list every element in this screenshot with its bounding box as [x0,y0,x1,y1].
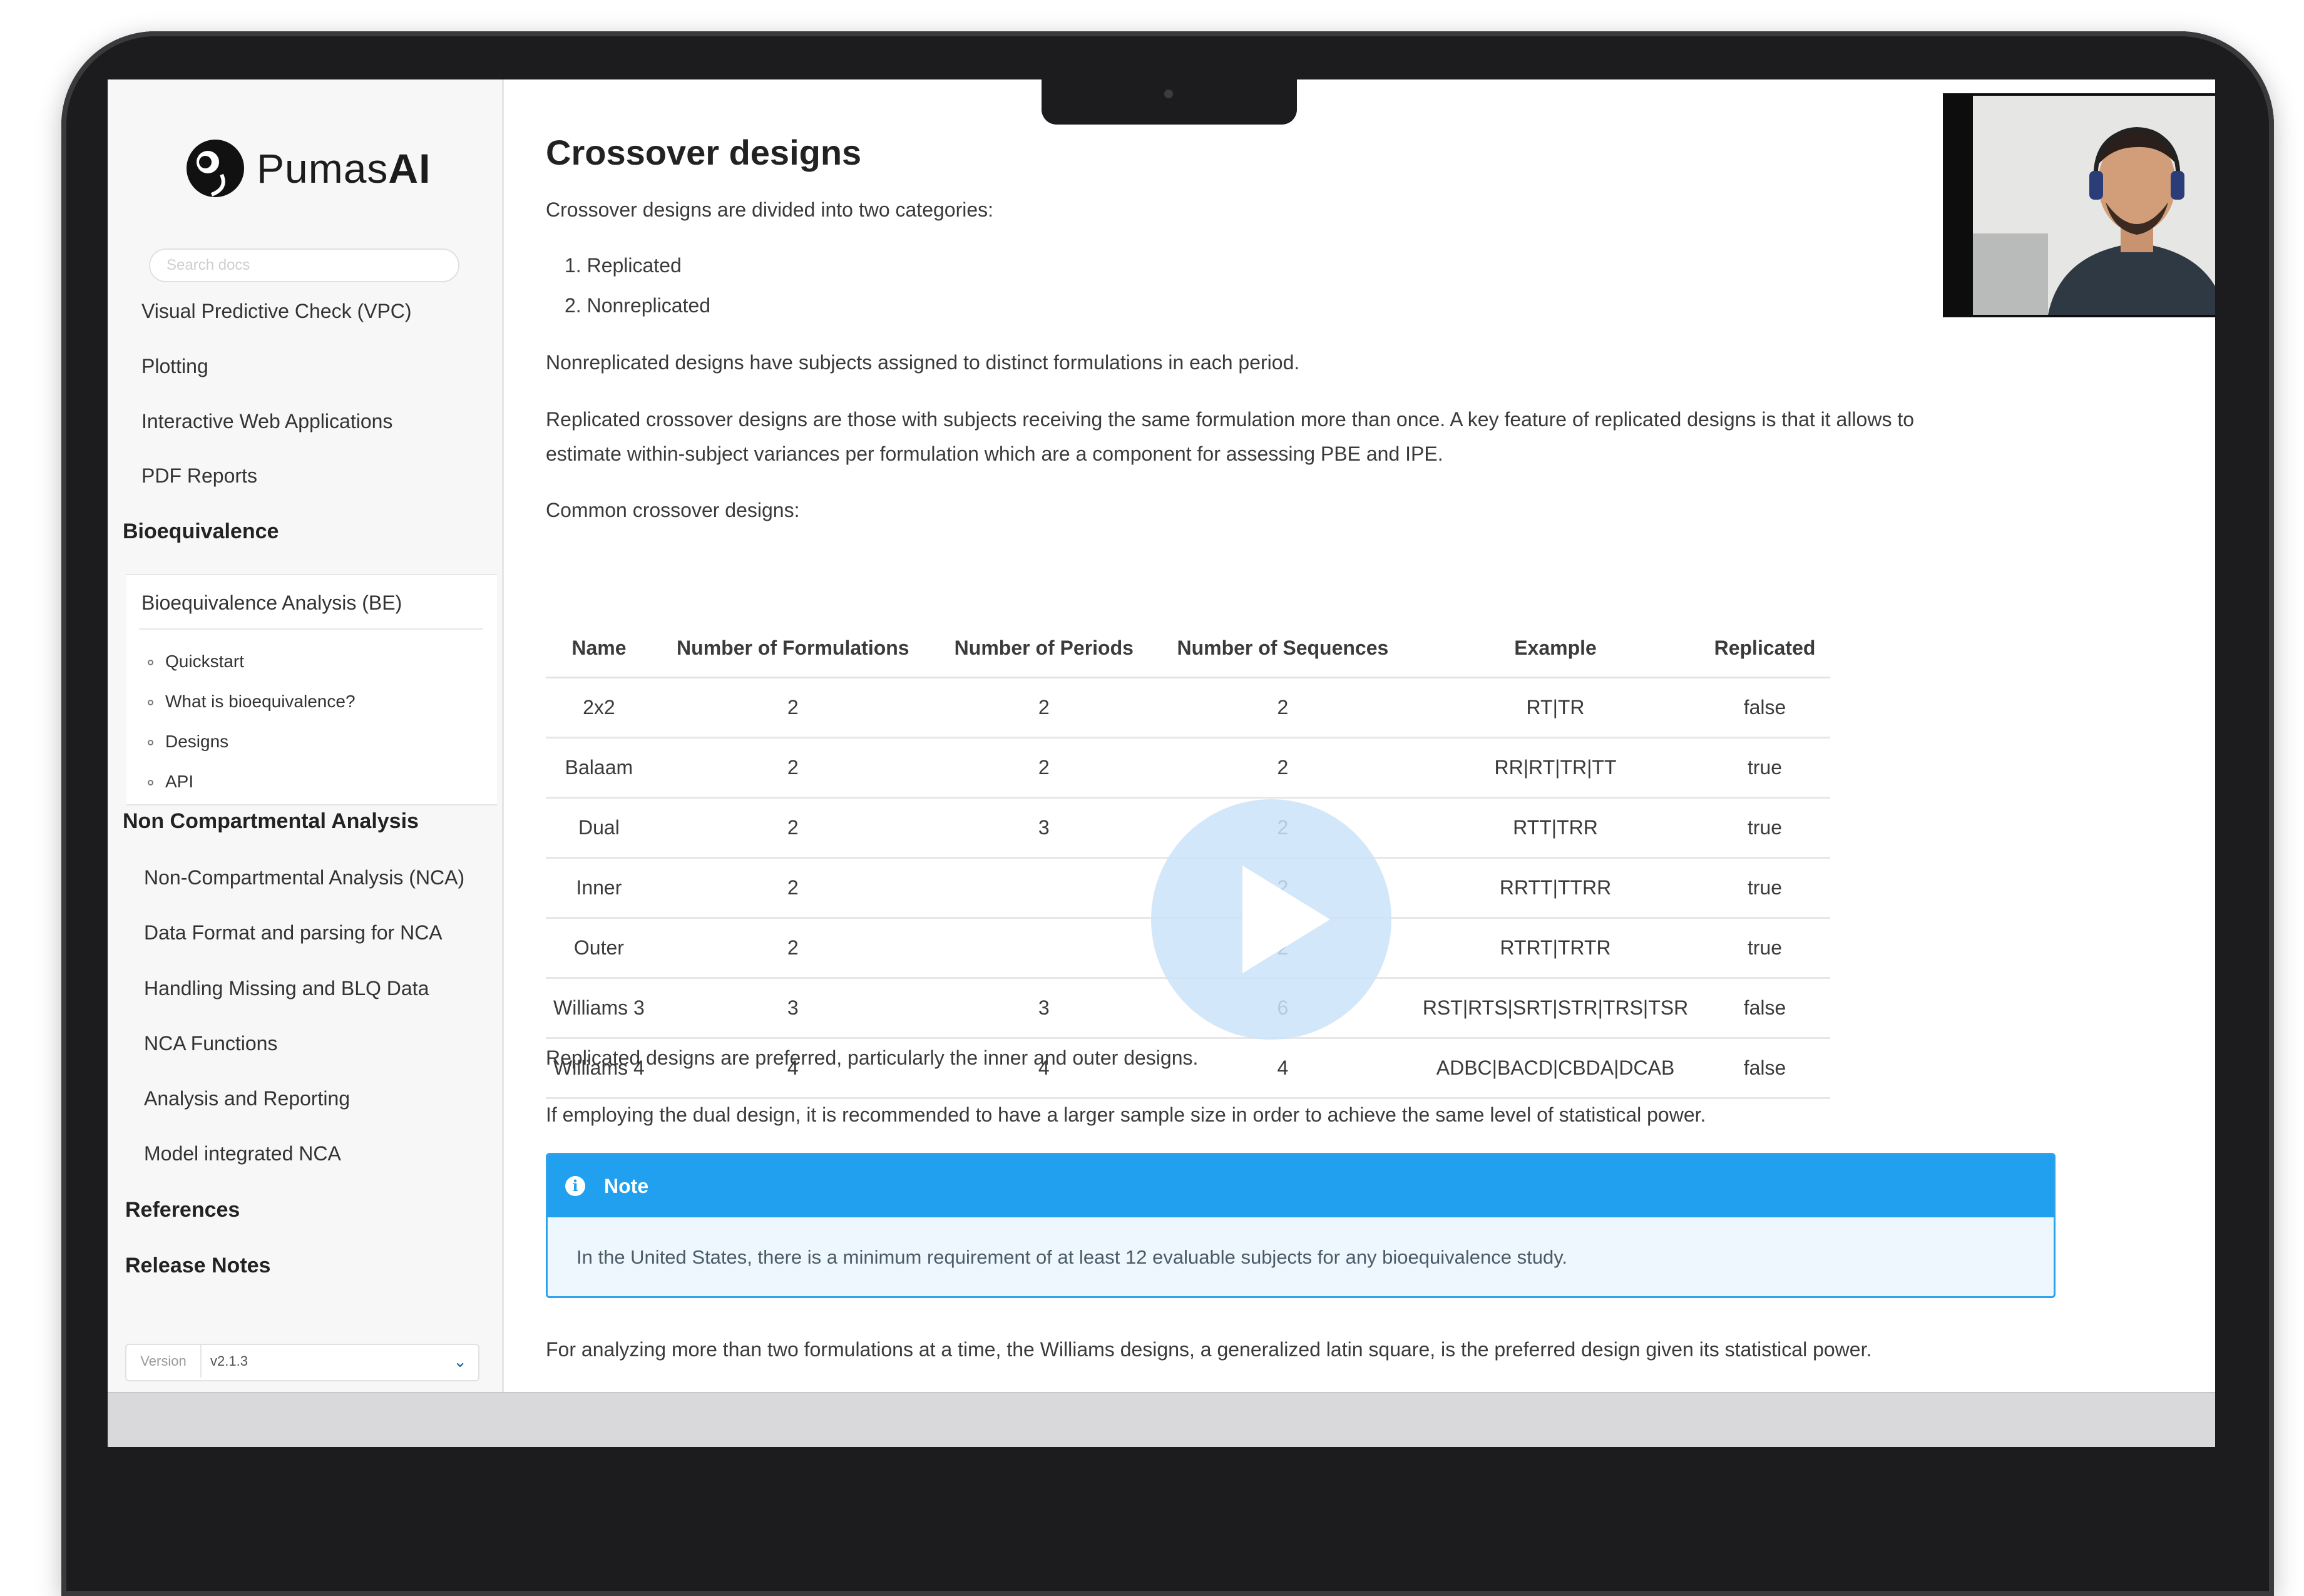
sidebar: PumasAI Visual Predictive Check (VPC) Pl… [108,79,504,1392]
preferred-designs-text: Replicated designs are preferred, partic… [546,1046,1199,1069]
version-select[interactable]: Version v2.1.3 ⌄ [125,1344,479,1381]
logo-text: PumasAI [257,145,431,192]
cell-periods: 2 [933,677,1154,739]
cell-formulations: 2 [652,737,934,799]
chevron-down-icon: ⌄ [453,1352,467,1371]
cell-periods [933,918,1154,979]
cell-replicated: false [1699,978,1830,1039]
column-header-sequences: Number of Sequences [1154,619,1412,678]
table-row: 2x2 2 2 2 RT|TR false [546,677,1830,739]
williams-designs-text: For analyzing more than two formulations… [546,1338,1872,1361]
participant-video [1973,96,2215,315]
cell-example: RTT|TRR [1411,797,1700,859]
cell-example: RR|RT|TR|TT [1411,737,1700,799]
cell-name: Balaam [546,737,652,799]
note-title: Note [604,1175,649,1197]
pumasai-logo-icon [187,140,244,197]
nonreplicated-text: Nonreplicated designs have subjects assi… [546,351,1300,374]
cell-replicated: true [1699,918,1830,979]
participant-image [1973,96,2215,315]
sidebar-heading-references[interactable]: References [125,1198,240,1222]
sidebar-item-pdf-reports[interactable]: PDF Reports [141,464,257,488]
cell-replicated: false [1699,677,1830,739]
cell-formulations: 2 [652,918,934,979]
column-header-example: Example [1411,619,1700,678]
cell-formulations: 2 [652,797,934,859]
list-item-nonreplicated: 2. Nonreplicated [565,294,711,317]
list-item-replicated: 1. Replicated [565,254,682,277]
note-body: In the United States, there is a minimum… [576,1246,1568,1268]
cell-periods: 3 [933,797,1154,859]
common-designs-text: Common crossover designs: [546,499,800,521]
play-icon [1242,866,1330,973]
cell-name: Outer [546,918,652,979]
screen-bottom-bar [108,1392,2215,1447]
cell-example: RT|TR [1411,677,1700,739]
sidebar-item-interactive-web-apps[interactable]: Interactive Web Applications [141,410,392,433]
cell-formulations: 3 [652,978,934,1039]
camera-notch [1042,79,1297,125]
cell-name: Williams 3 [546,978,652,1039]
cell-periods: 2 [933,737,1154,799]
cell-replicated: false [1699,1038,1830,1099]
version-label: Version [126,1345,202,1378]
cell-replicated: true [1699,737,1830,799]
divider [139,628,483,630]
cell-formulations: 2 [652,677,934,739]
table-header-row: Name Number of Formulations Number of Pe… [546,619,1830,678]
cell-name: Dual [546,797,652,859]
sidebar-item-nca-analysis-reporting[interactable]: Analysis and Reporting [144,1087,350,1110]
sidebar-subitem-what-is-be[interactable]: What is bioequivalence? [148,692,356,712]
sidebar-item-nca-data-format[interactable]: Data Format and parsing for NCA [144,921,443,944]
replicated-text-line-2: estimate within-subject variances per fo… [546,442,1443,465]
sidebar-item-vpc[interactable]: Visual Predictive Check (VPC) [141,300,412,323]
cell-example: RTRT|TRTR [1411,918,1700,979]
column-header-replicated: Replicated [1699,619,1830,678]
cell-periods [933,857,1154,919]
cell-sequences: 2 [1154,677,1412,739]
play-button[interactable] [1151,799,1391,1040]
table-row: Balaam 2 2 2 RR|RT|TR|TT true [546,737,1830,799]
app-screen: PumasAI Visual Predictive Check (VPC) Pl… [108,79,2215,1447]
search-docs-input[interactable] [149,248,459,282]
sidebar-item-plotting[interactable]: Plotting [141,355,208,378]
cell-sequences: 2 [1154,737,1412,799]
sidebar-heading-release-notes[interactable]: Release Notes [125,1254,270,1278]
cell-periods: 3 [933,978,1154,1039]
replicated-text-line-1: Replicated crossover designs are those w… [546,408,1915,431]
column-header-periods: Number of Periods [933,619,1154,678]
cell-replicated: true [1699,857,1830,919]
intro-text: Crossover designs are divided into two c… [546,198,994,221]
sidebar-item-nca-functions[interactable]: NCA Functions [144,1032,277,1055]
sidebar-heading-bioequivalence[interactable]: Bioequivalence [123,519,279,544]
sidebar-item-be-analysis[interactable]: Bioequivalence Analysis (BE) [141,591,402,615]
cell-name: 2x2 [546,677,652,739]
sidebar-item-model-integrated-nca[interactable]: Model integrated NCA [144,1142,341,1165]
sidebar-item-nca[interactable]: Non-Compartmental Analysis (NCA) [144,866,464,889]
sidebar-subitem-quickstart[interactable]: Quickstart [147,652,244,672]
note-callout: i Note In the United States, there is a … [546,1153,2056,1298]
sidebar-subitem-designs[interactable]: Designs [147,732,228,752]
cell-formulations: 2 [652,857,934,919]
column-header-name: Name [546,619,652,678]
column-header-formulations: Number of Formulations [652,619,934,678]
page-title: Crossover designs [546,133,862,172]
sidebar-section-bioequivalence: Bioequivalence Analysis (BE) Quickstart … [126,574,497,806]
cell-example: ADBC|BACD|CBDA|DCAB [1411,1038,1700,1099]
video-call-window[interactable] [1943,93,2215,317]
note-header: i Note [548,1155,2054,1217]
sidebar-item-nca-missing-blq[interactable]: Handling Missing and BLQ Data [144,977,429,1000]
version-value: v2.1.3 [210,1353,248,1369]
pumasai-logo[interactable]: PumasAI [184,137,431,200]
cell-example: RRTT|TTRR [1411,857,1700,919]
cell-name: Inner [546,857,652,919]
cell-example: RST|RTS|SRT|STR|TRS|TSR [1411,978,1700,1039]
sidebar-heading-nca[interactable]: Non Compartmental Analysis [123,809,419,834]
cell-replicated: true [1699,797,1830,859]
sidebar-subitem-api[interactable]: API [147,772,193,792]
info-circle-icon: i [565,1176,585,1196]
camera-icon [1164,90,1173,98]
dual-design-text: If employing the dual design, it is reco… [546,1103,1706,1126]
